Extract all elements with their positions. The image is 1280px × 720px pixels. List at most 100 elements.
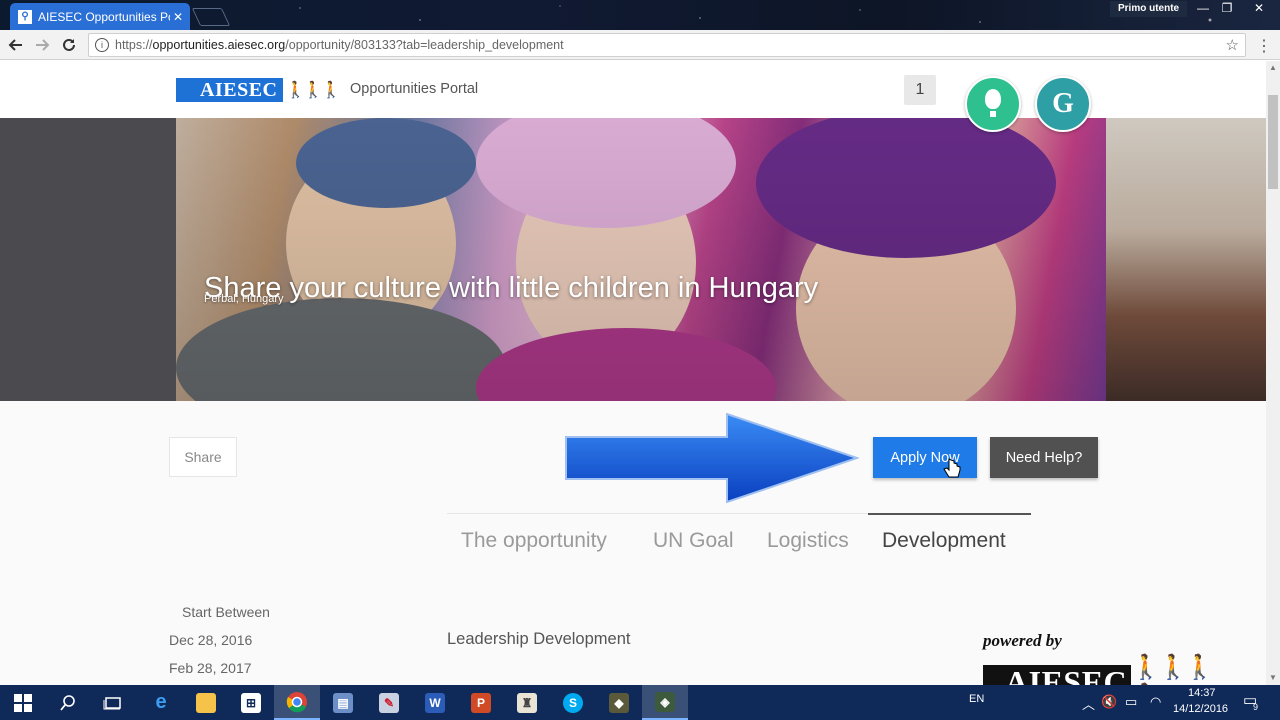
- app-icon: ♜: [517, 692, 537, 713]
- task-view-button[interactable]: [90, 685, 136, 720]
- hero-side-photo: [1106, 118, 1266, 401]
- word-app[interactable]: W: [412, 685, 458, 720]
- tab-the-opportunity[interactable]: The opportunity: [461, 529, 607, 553]
- store-app[interactable]: ⊞: [228, 685, 274, 720]
- hero-overlay: [176, 118, 1106, 401]
- edge-icon: e: [155, 691, 167, 713]
- wifi-icon[interactable]: ◠: [1150, 694, 1161, 710]
- hero-title: Share your culture with little children …: [204, 272, 819, 304]
- taskbar-app[interactable]: ▤: [320, 685, 366, 720]
- aiesec-logo[interactable]: AIESEC 🚶🚶🚶: [176, 78, 341, 102]
- tab-development[interactable]: Development: [882, 529, 1006, 553]
- page-scrollbar[interactable]: ▲ ▼: [1266, 61, 1280, 685]
- edge-app[interactable]: e: [138, 685, 184, 720]
- opportunity-logo-avatar[interactable]: [965, 76, 1021, 132]
- page-viewport: AIESEC 🚶🚶🚶 Opportunities Portal 1 Share …: [0, 61, 1266, 685]
- logo-word: AIESEC: [176, 78, 284, 102]
- profile-badge[interactable]: Primo utente: [1110, 1, 1188, 17]
- portal-title: Opportunities Portal: [350, 81, 479, 97]
- file-explorer-app[interactable]: [183, 685, 229, 720]
- file-explorer-icon: [196, 692, 216, 713]
- url-bar[interactable]: i https://opportunities.aiesec.org/oppor…: [88, 33, 1246, 57]
- powerpoint-icon: P: [471, 692, 491, 713]
- show-hidden-icons-icon[interactable]: ︿: [1082, 694, 1095, 713]
- active-tab-indicator: [868, 513, 1031, 515]
- share-button[interactable]: Share: [169, 437, 237, 477]
- aiesec-favicon-icon: ⚲: [18, 9, 32, 24]
- browser-tab[interactable]: ⚲ AIESEC Opportunities Po ✕: [10, 3, 190, 30]
- reload-icon: [63, 38, 75, 51]
- word-icon: W: [425, 692, 445, 713]
- bookmark-star-icon[interactable]: ☆: [1226, 36, 1239, 54]
- taskbar-app[interactable]: ◈: [642, 685, 688, 720]
- clock-time[interactable]: 14:37: [1188, 687, 1216, 699]
- watermark-people-icon: 🚶🚶🚶🚶: [1131, 654, 1215, 685]
- search-button[interactable]: [45, 685, 91, 720]
- taskbar-app[interactable]: ◆: [596, 685, 642, 720]
- hand-cursor-icon: [943, 458, 961, 478]
- logo-people-icon: 🚶🚶🚶: [285, 82, 341, 99]
- url-text: https://opportunities.aiesec.org/opportu…: [115, 38, 1226, 52]
- tab-logistics[interactable]: Logistics: [767, 529, 849, 553]
- url-host: opportunities.aiesec.org: [152, 38, 286, 52]
- search-icon: [60, 694, 75, 711]
- balloon-icon: [982, 89, 1004, 119]
- url-scheme: https://: [115, 38, 153, 52]
- scroll-down-icon[interactable]: ▼: [1266, 671, 1280, 685]
- app-icon: ◈: [655, 691, 675, 712]
- forward-arrow-icon: [36, 39, 50, 51]
- skype-icon: S: [563, 692, 583, 713]
- app-icon: ✎: [379, 692, 399, 713]
- restore-button[interactable]: ❐: [1212, 0, 1242, 18]
- start-date: Dec 28, 2016: [169, 632, 253, 648]
- windows-logo-icon: [14, 693, 32, 712]
- chrome-app[interactable]: [274, 685, 320, 720]
- close-window-button[interactable]: ✕: [1244, 0, 1274, 18]
- scroll-up-icon[interactable]: ▲: [1266, 61, 1280, 75]
- watermark-logo: AIESEC 🚶🚶🚶🚶: [983, 653, 1227, 685]
- chrome-icon: [286, 691, 307, 712]
- browser-toolbar: i https://opportunities.aiesec.org/oppor…: [0, 30, 1280, 60]
- skype-app[interactable]: S: [550, 685, 596, 720]
- url-path: /opportunity/803133?tab=leadership_devel…: [285, 38, 564, 52]
- end-date: Feb 28, 2017: [169, 660, 252, 676]
- start-button[interactable]: [0, 685, 46, 720]
- section-heading: Leadership Development: [447, 630, 631, 648]
- clock-date[interactable]: 14/12/2016: [1173, 703, 1228, 715]
- start-between-label: Start Between: [182, 604, 270, 620]
- tab-close-icon[interactable]: ✕: [170, 10, 186, 24]
- watermark-word: AIESEC: [983, 665, 1132, 685]
- taskbar-app[interactable]: ✎: [366, 685, 412, 720]
- need-help-button[interactable]: Need Help?: [990, 437, 1098, 478]
- titlebar-background: [0, 0, 1280, 30]
- tab-title: AIESEC Opportunities Po: [38, 9, 170, 24]
- user-avatar[interactable]: G: [1035, 76, 1091, 132]
- browser-titlebar: ⚲ AIESEC Opportunities Po ✕ Primo utente…: [0, 0, 1280, 30]
- notification-counter[interactable]: 1: [904, 75, 936, 105]
- tab-un-goal[interactable]: UN Goal: [653, 529, 734, 553]
- browser-menu-icon[interactable]: ⋮: [1256, 36, 1272, 56]
- taskbar-app[interactable]: ♜: [504, 685, 550, 720]
- app-icon: ▤: [333, 692, 353, 713]
- app-icon: ◆: [609, 692, 629, 713]
- reload-button[interactable]: [57, 34, 81, 56]
- back-arrow-icon: [8, 39, 22, 51]
- hero-banner: Share your culture with little children …: [0, 118, 1266, 401]
- back-button[interactable]: [4, 34, 28, 56]
- input-language[interactable]: EN: [969, 693, 984, 705]
- forward-button[interactable]: [30, 34, 54, 56]
- aiesec-watermark: powered by AIESEC 🚶🚶🚶🚶: [983, 631, 1227, 685]
- volume-muted-icon[interactable]: 🔇: [1101, 694, 1117, 710]
- action-center-count: 9: [1253, 702, 1259, 712]
- task-view-icon: [103, 696, 121, 709]
- apply-now-button[interactable]: Apply Now: [873, 437, 977, 478]
- powered-by-text: powered by: [983, 631, 1062, 650]
- store-icon: ⊞: [241, 692, 261, 713]
- scroll-thumb[interactable]: [1268, 95, 1278, 189]
- battery-icon[interactable]: ▭: [1125, 694, 1137, 710]
- blue-arrow-annotation: [565, 413, 859, 503]
- windows-taskbar: e ⊞ ▤ ✎ W P ♜ S ◆ ◈ EN ︿ 🔇 ▭ ◠ 14:37 14/…: [0, 685, 1280, 720]
- powerpoint-app[interactable]: P: [458, 685, 504, 720]
- site-info-icon[interactable]: i: [95, 38, 109, 52]
- hero-location: Perbal, Hungary: [204, 293, 284, 305]
